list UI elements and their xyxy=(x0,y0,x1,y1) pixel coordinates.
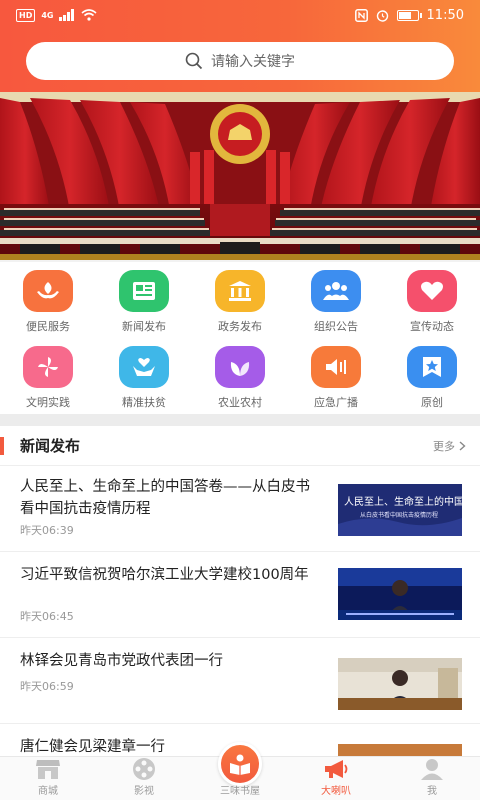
grid-label: 政务发布 xyxy=(218,320,262,333)
grid-item-news-release[interactable]: 新闻发布 xyxy=(96,262,192,338)
tab-video[interactable]: 影视 xyxy=(96,757,192,800)
more-label: 更多 xyxy=(433,439,455,453)
service-grid: 便民服务 新闻发布 政务发布 组织公告 宣传动态 文明实践 精准扶贫 农业农村 … xyxy=(0,262,480,414)
grid-label: 新闻发布 xyxy=(122,320,166,333)
hand-heart-icon xyxy=(119,346,169,388)
grid-label: 组织公告 xyxy=(314,320,358,333)
status-bar: HD 4G 11:50 xyxy=(0,0,480,30)
news-title: 人民至上、生命至上的中国答卷——从白皮书看中国抗击疫情历程 xyxy=(20,479,310,517)
news-title: 唐仁健会见梁建章一行 xyxy=(20,739,165,755)
search-bar[interactable]: 请输入关键字 xyxy=(26,42,454,80)
grid-label: 精准扶贫 xyxy=(122,396,166,409)
section-divider xyxy=(0,414,480,426)
user-icon xyxy=(421,759,443,780)
tab-loudspeaker[interactable]: 大喇叭 xyxy=(288,757,384,800)
news-item[interactable]: 习近平致信祝贺哈尔滨工业大学建校100周年 昨天06:45 xyxy=(0,552,480,638)
grid-item-original[interactable]: 原创 xyxy=(384,338,480,414)
grid-label: 便民服务 xyxy=(26,320,70,333)
grid-item-government[interactable]: 政务发布 xyxy=(192,262,288,338)
megaphone-icon xyxy=(325,760,348,778)
battery-icon xyxy=(396,9,422,21)
grid-item-civilization[interactable]: 文明实践 xyxy=(0,338,96,414)
section-accent-bar xyxy=(0,436,4,455)
news-title: 林铎会见青岛市党政代表团一行 xyxy=(20,653,223,669)
search-placeholder: 请输入关键字 xyxy=(211,54,295,70)
sprout-icon xyxy=(215,346,265,388)
grid-item-publicity[interactable]: 宣传动态 xyxy=(384,262,480,338)
grid-label: 宣传动态 xyxy=(410,320,454,333)
grid-label: 原创 xyxy=(421,396,443,409)
news-time: 昨天06:45 xyxy=(20,610,74,623)
status-time: 11:50 xyxy=(426,7,464,23)
network-type: 4G xyxy=(41,10,54,20)
tab-label: 影视 xyxy=(134,786,154,797)
pinwheel-icon xyxy=(23,346,73,388)
grid-item-poverty-alleviation[interactable]: 精准扶贫 xyxy=(96,338,192,414)
assembly-hall-illustration xyxy=(0,92,480,260)
news-thumbnail xyxy=(338,744,462,756)
more-link[interactable]: 更多 xyxy=(433,438,466,454)
grid-label: 应急广播 xyxy=(314,396,358,409)
banner-image[interactable] xyxy=(0,92,480,260)
news-thumbnail: 人民至上、生命至上的中国答卷 从白皮书看中国抗击疫情历程 xyxy=(338,484,462,536)
star-badge-icon xyxy=(407,346,457,388)
news-time: 昨天06:59 xyxy=(20,680,74,693)
grid-item-convenience[interactable]: 便民服务 xyxy=(0,262,96,338)
tab-mall[interactable]: 商城 xyxy=(0,757,96,800)
grid-item-emergency-broadcast[interactable]: 应急广播 xyxy=(288,338,384,414)
alarm-icon xyxy=(376,9,388,22)
tab-label: 大喇叭 xyxy=(321,786,351,797)
nfc-icon xyxy=(354,8,368,22)
thumbnail-headline: 人民至上、生命至上的中国答卷 xyxy=(344,497,462,508)
leaf-hands-icon xyxy=(23,270,73,312)
wifi-icon xyxy=(81,9,98,21)
section-title: 新闻发布 xyxy=(20,437,81,455)
speaker-icon xyxy=(311,346,361,388)
grid-item-agriculture[interactable]: 农业农村 xyxy=(192,338,288,414)
chevron-right-icon xyxy=(459,440,466,451)
shop-icon xyxy=(36,760,60,779)
grid-label: 农业农村 xyxy=(218,396,262,409)
signal-icon xyxy=(59,9,75,21)
bookstore-center-button[interactable] xyxy=(218,742,262,786)
thumbnail-subtitle: 从白皮书看中国抗击疫情历程 xyxy=(360,512,439,519)
news-thumbnail xyxy=(338,658,462,710)
grid-label: 文明实践 xyxy=(26,396,70,409)
film-reel-icon xyxy=(133,758,155,780)
government-building-icon xyxy=(215,270,265,312)
news-section-header: 新闻发布 更多 xyxy=(0,426,480,466)
grid-item-organization[interactable]: 组织公告 xyxy=(288,262,384,338)
heart-icon xyxy=(407,270,457,312)
news-item[interactable]: 人民至上、生命至上的中国答卷——从白皮书看中国抗击疫情历程 昨天06:39 人民… xyxy=(0,466,480,552)
news-title: 习近平致信祝贺哈尔滨工业大学建校100周年 xyxy=(20,567,309,583)
news-item[interactable]: 林铎会见青岛市党政代表团一行 昨天06:59 xyxy=(0,638,480,724)
newspaper-icon xyxy=(119,270,169,312)
tab-label: 商城 xyxy=(38,786,58,797)
search-icon xyxy=(185,52,203,70)
hd-badge: HD xyxy=(16,8,36,22)
tab-label: 我 xyxy=(427,786,437,797)
book-reader-icon xyxy=(230,754,250,775)
news-time: 昨天06:39 xyxy=(20,524,74,537)
tab-me[interactable]: 我 xyxy=(384,757,480,800)
people-group-icon xyxy=(311,270,361,312)
news-thumbnail xyxy=(338,568,462,620)
news-section: 新闻发布 更多 人民至上、生命至上的中国答卷——从白皮书看中国抗击疫情历程 昨天… xyxy=(0,426,480,756)
